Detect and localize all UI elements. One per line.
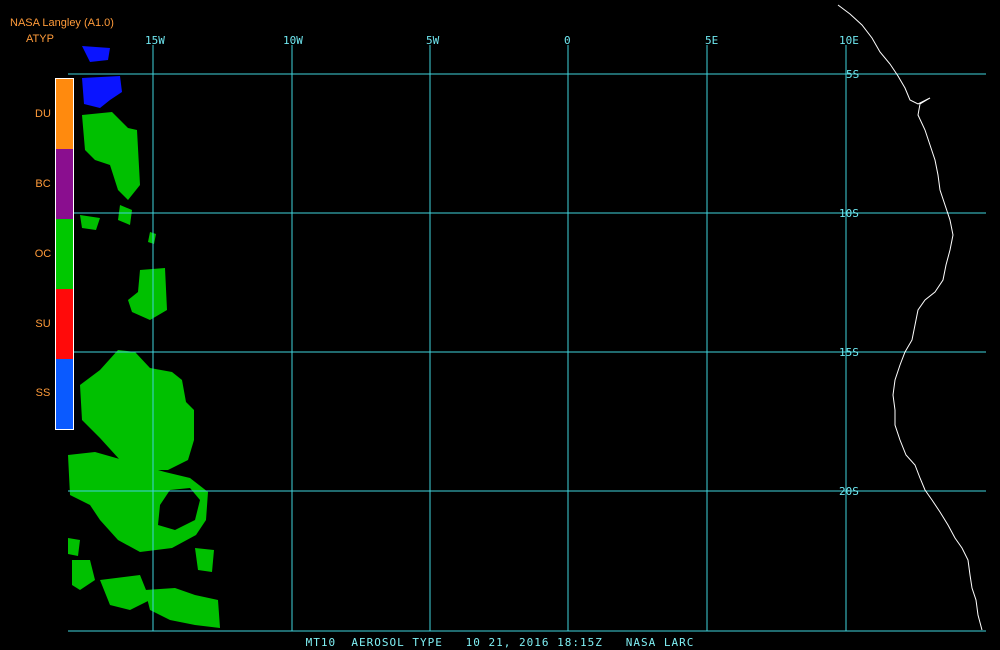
lat-label: 5S — [846, 68, 859, 81]
legend-swatch-ss — [56, 359, 73, 429]
coastline — [837, 4, 983, 631]
lat-label: 20S — [839, 485, 859, 498]
lon-label: 10W — [283, 34, 303, 47]
lon-label: 10E — [839, 34, 859, 47]
aerosol-ss-overlay — [82, 46, 122, 108]
source-label: NASA Langley (A1.0) — [10, 17, 114, 29]
legend-label-su: SU — [35, 318, 51, 330]
legend-swatch-bc — [56, 149, 73, 219]
lon-labels: 15W 10W 5W 0 5E 10E — [145, 34, 859, 47]
lat-labels: 5S 10S 15S 20S — [839, 68, 859, 498]
map-canvas: 15W 10W 5W 0 5E 10E 5S 10S 15S 20S — [68, 4, 986, 632]
lon-label: 0 — [564, 34, 571, 47]
lon-label: 15W — [145, 34, 165, 47]
color-legend — [55, 78, 74, 430]
product-label: ATYP — [26, 33, 54, 45]
lat-label: 10S — [839, 207, 859, 220]
legend-label-bc: BC — [35, 178, 51, 190]
legend-label-oc: OC — [34, 248, 52, 260]
lat-lon-grid — [68, 45, 986, 632]
legend-label-du: DU — [35, 108, 51, 120]
lon-label: 5E — [705, 34, 718, 47]
aerosol-data-overlay — [68, 112, 220, 628]
legend-swatch-oc — [56, 219, 73, 289]
lat-label: 15S — [839, 346, 859, 359]
legend-swatch-du — [56, 79, 73, 149]
legend-label-ss: SS — [35, 387, 51, 399]
footer-caption: MT10 AEROSOL TYPE 10 21, 2016 18:15Z NAS… — [305, 636, 695, 649]
legend-swatch-su — [56, 289, 73, 359]
lon-label: 5W — [426, 34, 440, 47]
